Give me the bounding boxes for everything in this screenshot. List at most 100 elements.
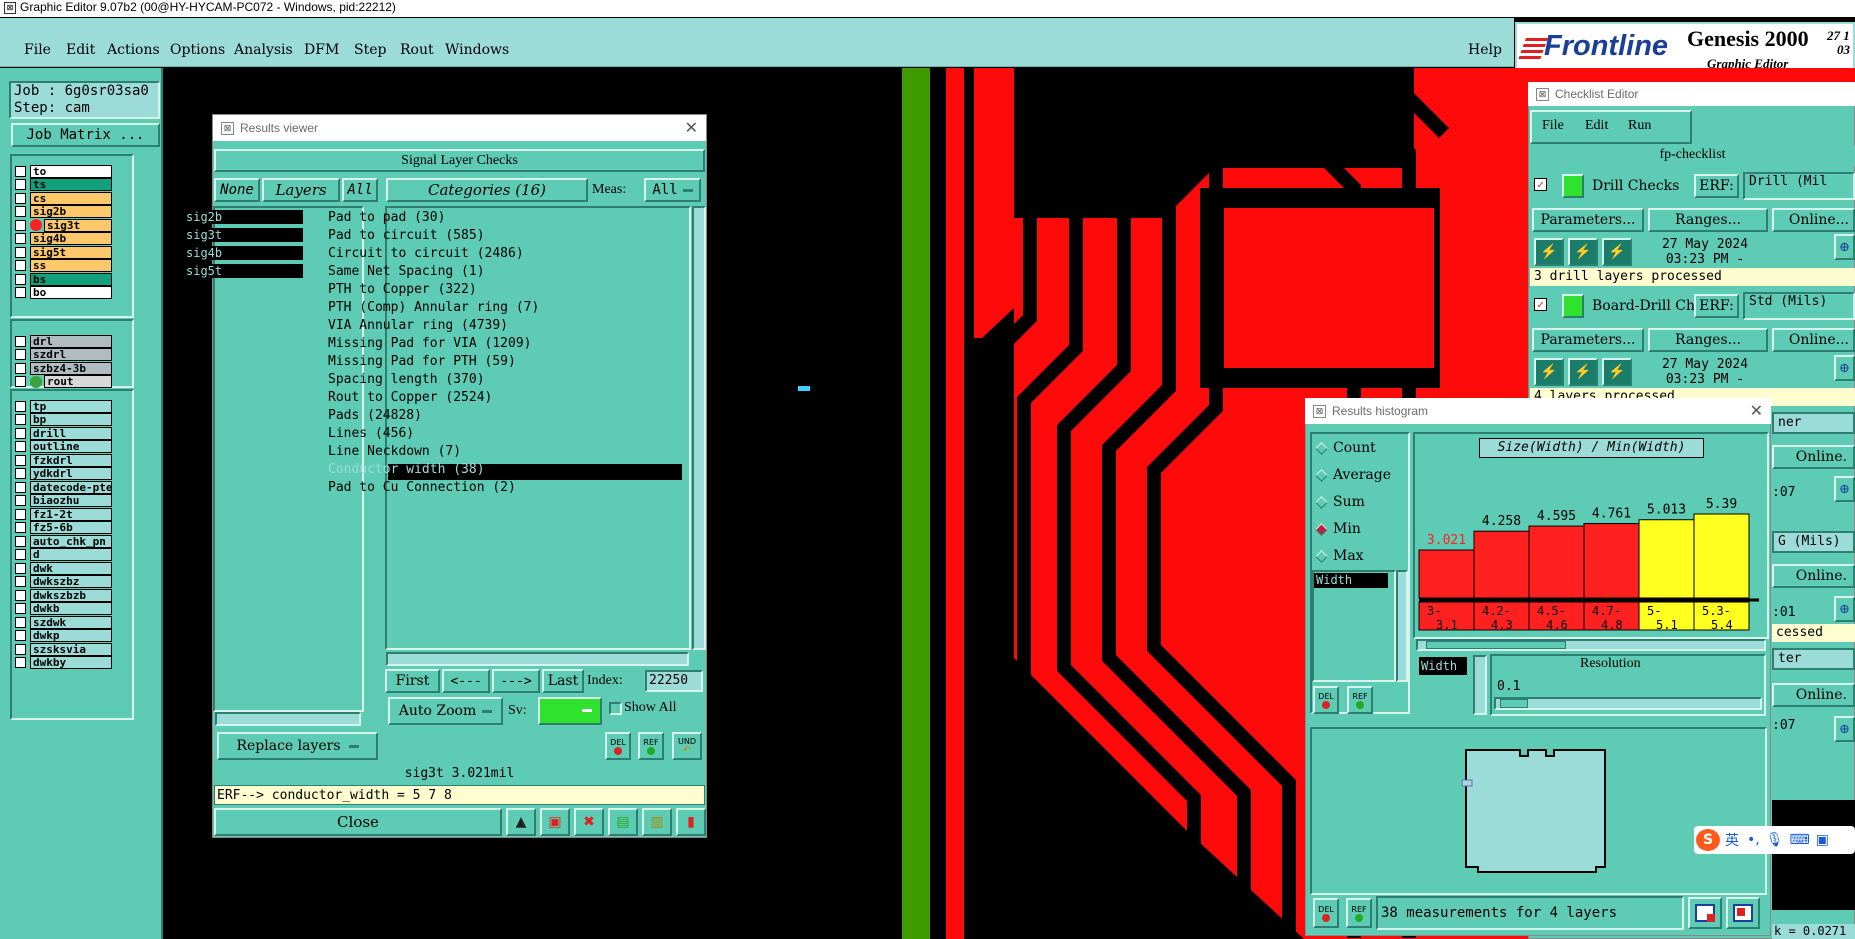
- menu-dfm[interactable]: DFM: [304, 42, 339, 58]
- check-enable-box[interactable]: ✓: [1534, 178, 1547, 191]
- parameters-button[interactable]: Parameters...: [1532, 328, 1644, 352]
- layer-row[interactable]: szsksvia: [12, 642, 112, 656]
- check-action-icon[interactable]: [1562, 174, 1584, 198]
- layer-checkbox[interactable]: [15, 549, 26, 560]
- close-icon[interactable]: ✕: [685, 118, 698, 138]
- category-item[interactable]: Same Net Spacing (1): [328, 264, 485, 279]
- side-zoom-button[interactable]: ⊕: [1834, 476, 1855, 502]
- layer-row[interactable]: ts: [12, 178, 112, 192]
- viewer-report-button[interactable]: ▥: [642, 808, 672, 836]
- layer-row[interactable]: auto_chk_pn: [12, 534, 112, 548]
- layer-row[interactable]: tp: [12, 399, 112, 413]
- layer-row[interactable]: dwk: [12, 561, 112, 575]
- layer-row[interactable]: sig4b: [12, 232, 112, 246]
- category-item[interactable]: Pad to pad (30): [328, 210, 445, 225]
- ime-toolbar[interactable]: S 英 •, 🎙 ⌨ ▣: [1694, 826, 1855, 854]
- layer-row[interactable]: drl: [12, 334, 112, 348]
- category-item[interactable]: Line Neckdown (7): [328, 444, 461, 459]
- mode-label[interactable]: Min: [1333, 521, 1361, 537]
- first-button[interactable]: First: [385, 669, 440, 693]
- layer-row[interactable]: outline: [12, 440, 112, 454]
- layer-checkbox[interactable]: [15, 630, 26, 641]
- side-zoom-button[interactable]: ⊕: [1834, 355, 1855, 381]
- category-item[interactable]: VIA Annular ring (4739): [328, 318, 508, 333]
- layer-row[interactable]: szbz4-3b: [12, 361, 112, 375]
- viewer-clear-button[interactable]: ✖: [574, 808, 604, 836]
- viewer-zoom-button[interactable]: ▲: [506, 808, 536, 836]
- histogram-bar[interactable]: [1473, 530, 1530, 599]
- layer-row[interactable]: dwkby: [12, 656, 112, 670]
- categories-button[interactable]: Categories (16): [386, 178, 588, 202]
- layer-row[interactable]: sig5t: [12, 245, 112, 259]
- menu-step[interactable]: Step: [354, 42, 386, 58]
- run-red-button[interactable]: ⚡: [1602, 358, 1632, 386]
- layer-row[interactable]: dwkszbz: [12, 575, 112, 589]
- layer-row[interactable]: to: [12, 164, 112, 178]
- ranges-button[interactable]: Ranges...: [1648, 328, 1768, 352]
- checklist-online-3[interactable]: Online.: [1772, 445, 1855, 469]
- mode-label[interactable]: Average: [1333, 467, 1391, 483]
- category-item[interactable]: PTH (Comp) Annular ring (7): [328, 300, 539, 315]
- rv-layer-item[interactable]: sig2b: [183, 210, 303, 224]
- rv-layer-item[interactable]: sig3t: [183, 228, 303, 242]
- mode-label[interactable]: Sum: [1333, 494, 1365, 510]
- run-red-button[interactable]: ⚡: [1602, 238, 1632, 266]
- layer-checkbox[interactable]: [15, 376, 26, 387]
- layer-row[interactable]: biaozhu: [12, 494, 112, 508]
- layer-row[interactable]: szdwk: [12, 615, 112, 629]
- resolution-slider[interactable]: [1494, 697, 1762, 710]
- hist-zoom-button-2[interactable]: [1726, 897, 1760, 929]
- layer-checkbox[interactable]: [15, 576, 26, 587]
- layer-checkbox[interactable]: [15, 400, 26, 412]
- layer-row[interactable]: sig2b: [12, 205, 112, 219]
- layer-checkbox[interactable]: [15, 273, 26, 285]
- viewer-delete-button[interactable]: ▣: [540, 808, 570, 836]
- hist-zoom-button-1[interactable]: [1688, 897, 1722, 929]
- mode-label[interactable]: Max: [1333, 548, 1364, 564]
- side-zoom-button[interactable]: ⊕: [1834, 596, 1855, 622]
- category-item[interactable]: Pad to circuit (585): [328, 228, 485, 243]
- category-item[interactable]: Lines (456): [328, 426, 414, 441]
- category-item[interactable]: Pads (24828): [328, 408, 422, 423]
- mode-label[interactable]: Count: [1333, 440, 1376, 456]
- side-zoom-button[interactable]: ⊕: [1834, 234, 1855, 260]
- layer-row[interactable]: sig3t: [12, 218, 112, 232]
- run-all-button[interactable]: ⚡: [1568, 358, 1598, 386]
- undo-button[interactable]: UND ↶: [672, 732, 702, 760]
- replace-layers-select[interactable]: Replace layers: [217, 732, 378, 760]
- close-icon[interactable]: ✕: [1750, 401, 1763, 421]
- menu-windows[interactable]: Windows: [445, 42, 509, 58]
- run-all-button[interactable]: ⚡: [1568, 238, 1598, 266]
- index-input[interactable]: 22250: [645, 670, 703, 692]
- layer-row[interactable]: bp: [12, 413, 112, 427]
- histogram-bar[interactable]: [1418, 549, 1475, 599]
- histogram-bar[interactable]: [1638, 519, 1695, 599]
- show-all-checkbox[interactable]: [609, 702, 622, 715]
- ime-lang[interactable]: 英: [1725, 830, 1739, 850]
- rv-layer-item[interactable]: sig4b: [183, 246, 303, 260]
- layer-row[interactable]: fz1-2t: [12, 507, 112, 521]
- layer-checkbox[interactable]: [15, 603, 26, 614]
- checklist-menu-edit[interactable]: Edit: [1585, 118, 1608, 134]
- layers-all-button[interactable]: All: [342, 178, 378, 202]
- category-item[interactable]: Spacing length (370): [328, 372, 485, 387]
- next-button[interactable]: --->: [492, 669, 540, 693]
- viewer-layer-button[interactable]: ▤: [608, 808, 638, 836]
- parameters-button[interactable]: Parameters...: [1532, 208, 1644, 232]
- layer-checkbox[interactable]: [15, 206, 26, 217]
- menu-edit[interactable]: Edit: [66, 42, 95, 58]
- field-vscroll[interactable]: [1396, 570, 1408, 682]
- sv-color-select[interactable]: [538, 697, 602, 725]
- layer-checkbox[interactable]: [15, 657, 26, 668]
- layer-checkbox[interactable]: [15, 192, 26, 204]
- layer-checkbox[interactable]: [15, 643, 26, 655]
- category-item[interactable]: PTH to Copper (322): [328, 282, 477, 297]
- ref-button[interactable]: REF: [638, 732, 664, 760]
- layer-checkbox[interactable]: [15, 495, 26, 506]
- layer-checkbox[interactable]: [15, 414, 26, 425]
- category-item[interactable]: Missing Pad for VIA (1209): [328, 336, 532, 351]
- layers-none-button[interactable]: None: [214, 178, 260, 202]
- layer-checkbox[interactable]: [15, 481, 26, 493]
- layer-checkbox[interactable]: [15, 246, 26, 258]
- hist-del-button[interactable]: DEL: [1313, 686, 1339, 714]
